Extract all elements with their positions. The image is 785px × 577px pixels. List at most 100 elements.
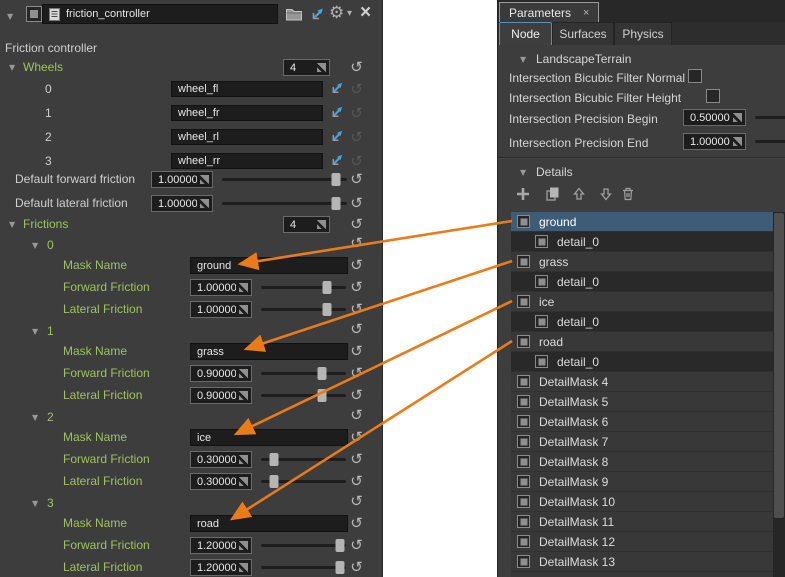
- wheel-pick-button[interactable]: [330, 104, 345, 120]
- tab-node[interactable]: Node: [499, 22, 552, 45]
- drag-resize-icon[interactable]: [239, 477, 248, 486]
- reset-button[interactable]: ↺: [348, 493, 365, 510]
- lateral-friction-slider[interactable]: [261, 301, 346, 318]
- mask-name-field-ground[interactable]: ground: [190, 257, 348, 274]
- list-item-detail[interactable]: detail_0: [511, 272, 773, 291]
- friction-group-expander-icon[interactable]: ▼: [32, 237, 38, 254]
- drag-resize-icon[interactable]: [239, 541, 248, 550]
- mask-checkbox[interactable]: [517, 515, 530, 528]
- lateral-friction-spinbox[interactable]: 0.90000: [190, 387, 252, 404]
- panel-expander-icon[interactable]: ▼: [7, 8, 13, 25]
- default-lateral-friction-slider[interactable]: [222, 195, 347, 212]
- wheel-reset-button[interactable]: ↺: [348, 81, 365, 98]
- slider-track[interactable]: [222, 178, 347, 181]
- wheel-name-field[interactable]: wheel_rr: [171, 153, 323, 169]
- mask-checkbox[interactable]: [517, 535, 530, 548]
- mask-checkbox[interactable]: [517, 555, 530, 568]
- wheel-name-field[interactable]: wheel_fl: [171, 81, 323, 97]
- drag-resize-icon[interactable]: [733, 113, 742, 122]
- close-panel-button[interactable]: ×: [360, 3, 371, 23]
- drag-resize-icon[interactable]: [317, 220, 326, 229]
- forward-friction-spinbox[interactable]: 0.30000: [190, 451, 252, 468]
- reset-button[interactable]: ↺: [348, 407, 365, 424]
- detail-checkbox[interactable]: [535, 275, 548, 288]
- reset-button[interactable]: ↺: [348, 171, 365, 188]
- wheel-reset-button[interactable]: ↺: [348, 153, 365, 170]
- drag-resize-icon[interactable]: [200, 199, 209, 208]
- reset-button[interactable]: ↺: [348, 559, 365, 576]
- forward-friction-spinbox[interactable]: 1.00000: [190, 279, 252, 296]
- lateral-friction-slider[interactable]: [261, 387, 346, 404]
- slider-handle[interactable]: [323, 303, 332, 316]
- slider-handle[interactable]: [269, 475, 278, 488]
- reset-button[interactable]: ↺: [348, 301, 365, 318]
- mask-checkbox[interactable]: [517, 435, 530, 448]
- wheels-expander-icon[interactable]: ▼: [9, 59, 15, 76]
- slider-handle[interactable]: [323, 281, 332, 294]
- mask-checkbox[interactable]: [517, 475, 530, 488]
- node-enabled-checkbox[interactable]: [26, 6, 42, 22]
- list-item-detail[interactable]: detail_0: [511, 312, 773, 331]
- slider-handle[interactable]: [269, 453, 278, 466]
- list-item-detailmask[interactable]: DetailMask 8: [511, 452, 773, 471]
- tab-parameters[interactable]: Parameters ×: [499, 2, 599, 22]
- slider-track[interactable]: [261, 372, 346, 375]
- default-forward-friction-spinbox[interactable]: 1.00000: [151, 171, 213, 188]
- forward-friction-slider[interactable]: [261, 279, 346, 296]
- mask-checkbox[interactable]: [517, 255, 530, 268]
- mask-checkbox[interactable]: [517, 215, 530, 228]
- wheel-name-field[interactable]: wheel_fr: [171, 105, 323, 121]
- details-expander-icon[interactable]: ▼: [520, 164, 526, 181]
- forward-friction-spinbox[interactable]: 0.90000: [190, 365, 252, 382]
- reset-button[interactable]: ↺: [348, 537, 365, 554]
- list-item-ice[interactable]: ice: [511, 292, 773, 311]
- drag-resize-icon[interactable]: [200, 175, 209, 184]
- list-item-detailmask[interactable]: DetailMask 9: [511, 472, 773, 491]
- forward-friction-slider[interactable]: [261, 365, 346, 382]
- move-down-button[interactable]: [598, 186, 615, 203]
- detail-checkbox[interactable]: [535, 315, 548, 328]
- reset-button[interactable]: ↺: [348, 365, 365, 382]
- detail-checkbox[interactable]: [535, 235, 548, 248]
- wheel-pick-button[interactable]: [330, 152, 345, 168]
- move-up-button[interactable]: [571, 186, 588, 203]
- list-item-ground[interactable]: ground: [511, 212, 773, 231]
- slider-handle[interactable]: [318, 367, 327, 380]
- slider-handle[interactable]: [336, 561, 345, 574]
- wheel-reset-button[interactable]: ↺: [348, 105, 365, 122]
- mask-name-field-grass[interactable]: grass: [190, 343, 348, 360]
- slider-track[interactable]: [755, 140, 785, 143]
- list-item-road[interactable]: road: [511, 332, 773, 351]
- gear-dropdown-caret-icon[interactable]: ▾: [347, 4, 352, 24]
- tab-physics[interactable]: Physics: [614, 22, 672, 45]
- list-item-detailmask[interactable]: DetailMask 7: [511, 432, 773, 451]
- mask-name-field-road[interactable]: road: [190, 515, 348, 532]
- lateral-friction-slider[interactable]: [261, 473, 346, 490]
- drag-resize-icon[interactable]: [239, 563, 248, 572]
- slider-track[interactable]: [261, 308, 346, 311]
- precision-end-slider[interactable]: [755, 133, 785, 150]
- friction-group-expander-icon[interactable]: ▼: [32, 495, 38, 512]
- mask-checkbox[interactable]: [517, 495, 530, 508]
- slider-handle[interactable]: [331, 173, 340, 186]
- reset-button[interactable]: ↺: [348, 387, 365, 404]
- mask-checkbox[interactable]: [517, 395, 530, 408]
- mask-checkbox[interactable]: [517, 375, 530, 388]
- precision-begin-spinbox[interactable]: 0.50000: [683, 109, 746, 126]
- bicubic-height-checkbox[interactable]: [706, 89, 720, 103]
- list-item-detailmask[interactable]: DetailMask 6: [511, 412, 773, 431]
- slider-track[interactable]: [755, 116, 785, 119]
- drag-resize-icon[interactable]: [239, 455, 248, 464]
- export-node-button[interactable]: [309, 4, 327, 24]
- gear-button[interactable]: ⚙: [329, 3, 344, 23]
- list-item-detail[interactable]: detail_0: [511, 352, 773, 371]
- default-forward-friction-slider[interactable]: [222, 171, 347, 188]
- lateral-friction-slider[interactable]: [261, 559, 346, 576]
- forward-friction-slider[interactable]: [261, 537, 346, 554]
- slider-handle[interactable]: [318, 389, 327, 402]
- default-lateral-friction-spinbox[interactable]: 1.00000: [151, 195, 213, 212]
- lateral-friction-spinbox[interactable]: 0.30000: [190, 473, 252, 490]
- forward-friction-slider[interactable]: [261, 451, 346, 468]
- mask-name-field-ice[interactable]: ice: [190, 429, 348, 446]
- wheel-name-field[interactable]: wheel_rl: [171, 129, 323, 145]
